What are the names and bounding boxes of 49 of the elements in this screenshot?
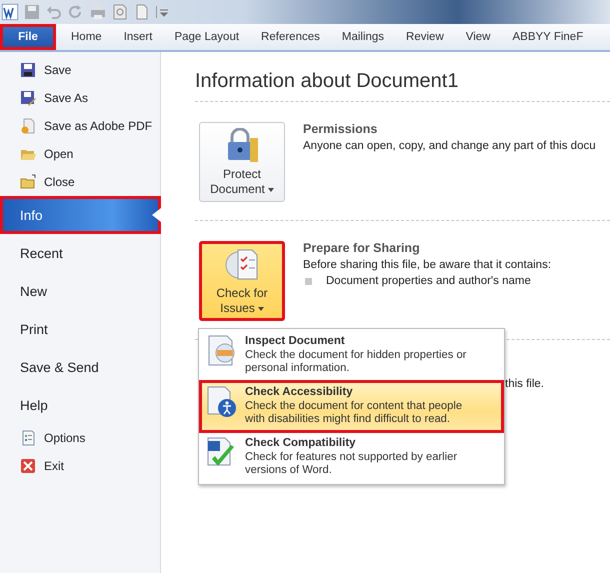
menu-command[interactable]: Save as Adobe PDF xyxy=(0,112,160,140)
backstage-tab[interactable]: New xyxy=(0,272,160,310)
caret-icon xyxy=(258,306,264,311)
backstage-tab[interactable]: Help xyxy=(0,386,160,424)
menu-item[interactable]: Inspect Document Check the document for hidden properties or personal information. xyxy=(201,331,502,380)
new-document-icon[interactable] xyxy=(134,4,150,20)
backstage-tab[interactable]: Recent xyxy=(0,234,160,272)
close-icon xyxy=(20,458,36,474)
ribbon-tab[interactable]: File xyxy=(0,24,56,50)
menu-command[interactable]: Save As xyxy=(0,84,160,112)
caret-icon xyxy=(268,188,274,192)
ribbon-tab[interactable]: Review xyxy=(395,24,455,50)
word-logo-icon xyxy=(2,4,18,20)
page-title: Information about Document1 xyxy=(195,70,610,102)
backstage-tab[interactable]: Print xyxy=(0,310,160,348)
ribbon-tab[interactable]: Insert xyxy=(112,24,164,50)
backstage-tab[interactable]: Save & Send xyxy=(0,348,160,386)
menu-command[interactable]: Save xyxy=(0,56,160,84)
menu-command[interactable]: Open xyxy=(0,140,160,168)
folder-icon xyxy=(20,174,36,190)
menu-item[interactable]: Check Accessibility Check the document for content that people with disabilities might find difficult to read. xyxy=(199,380,504,433)
pdf-document-icon xyxy=(20,118,36,134)
printer-icon[interactable] xyxy=(90,4,106,20)
options-document-icon xyxy=(20,430,36,446)
dropdown-button[interactable]: Check for Issues xyxy=(199,241,285,321)
section-heading: Permissions xyxy=(303,122,378,136)
backstage-tab[interactable]: Info xyxy=(0,196,161,234)
ribbon-tab[interactable]: Mailings xyxy=(330,24,396,50)
ribbon-tab[interactable]: References xyxy=(250,24,331,50)
section-heading: Prepare for Sharing xyxy=(303,241,421,255)
section-text: Anyone can open, copy, and change any part of this docu xyxy=(303,140,596,152)
print-preview-icon[interactable] xyxy=(112,4,128,20)
redo-icon[interactable] xyxy=(68,4,84,20)
ribbon-tab[interactable]: Page Layout xyxy=(163,24,250,50)
floppy-disk-pen-icon xyxy=(20,90,36,106)
ribbon-tab[interactable]: View xyxy=(454,24,502,50)
accessibility-icon xyxy=(205,386,237,418)
undo-icon[interactable] xyxy=(46,4,62,20)
section-text: this file. xyxy=(505,378,545,390)
menu-item[interactable]: Check Compatibility Check for features not supported by earlier versions of Word. xyxy=(201,433,502,482)
bullet-text: Document properties and author's name xyxy=(326,275,531,287)
bullet-icon xyxy=(305,278,312,284)
menu-command[interactable]: Options xyxy=(0,424,160,452)
dropdown-button[interactable]: Protect Document xyxy=(199,122,285,202)
section-text: Before sharing this file, be aware that it contains: xyxy=(303,259,552,271)
menu-command[interactable]: Close xyxy=(0,168,160,196)
menu-command[interactable]: Exit xyxy=(0,452,160,480)
ribbon-tab[interactable]: ABBYY FineF xyxy=(501,24,594,50)
ribbon-tab[interactable]: Home xyxy=(60,24,113,50)
